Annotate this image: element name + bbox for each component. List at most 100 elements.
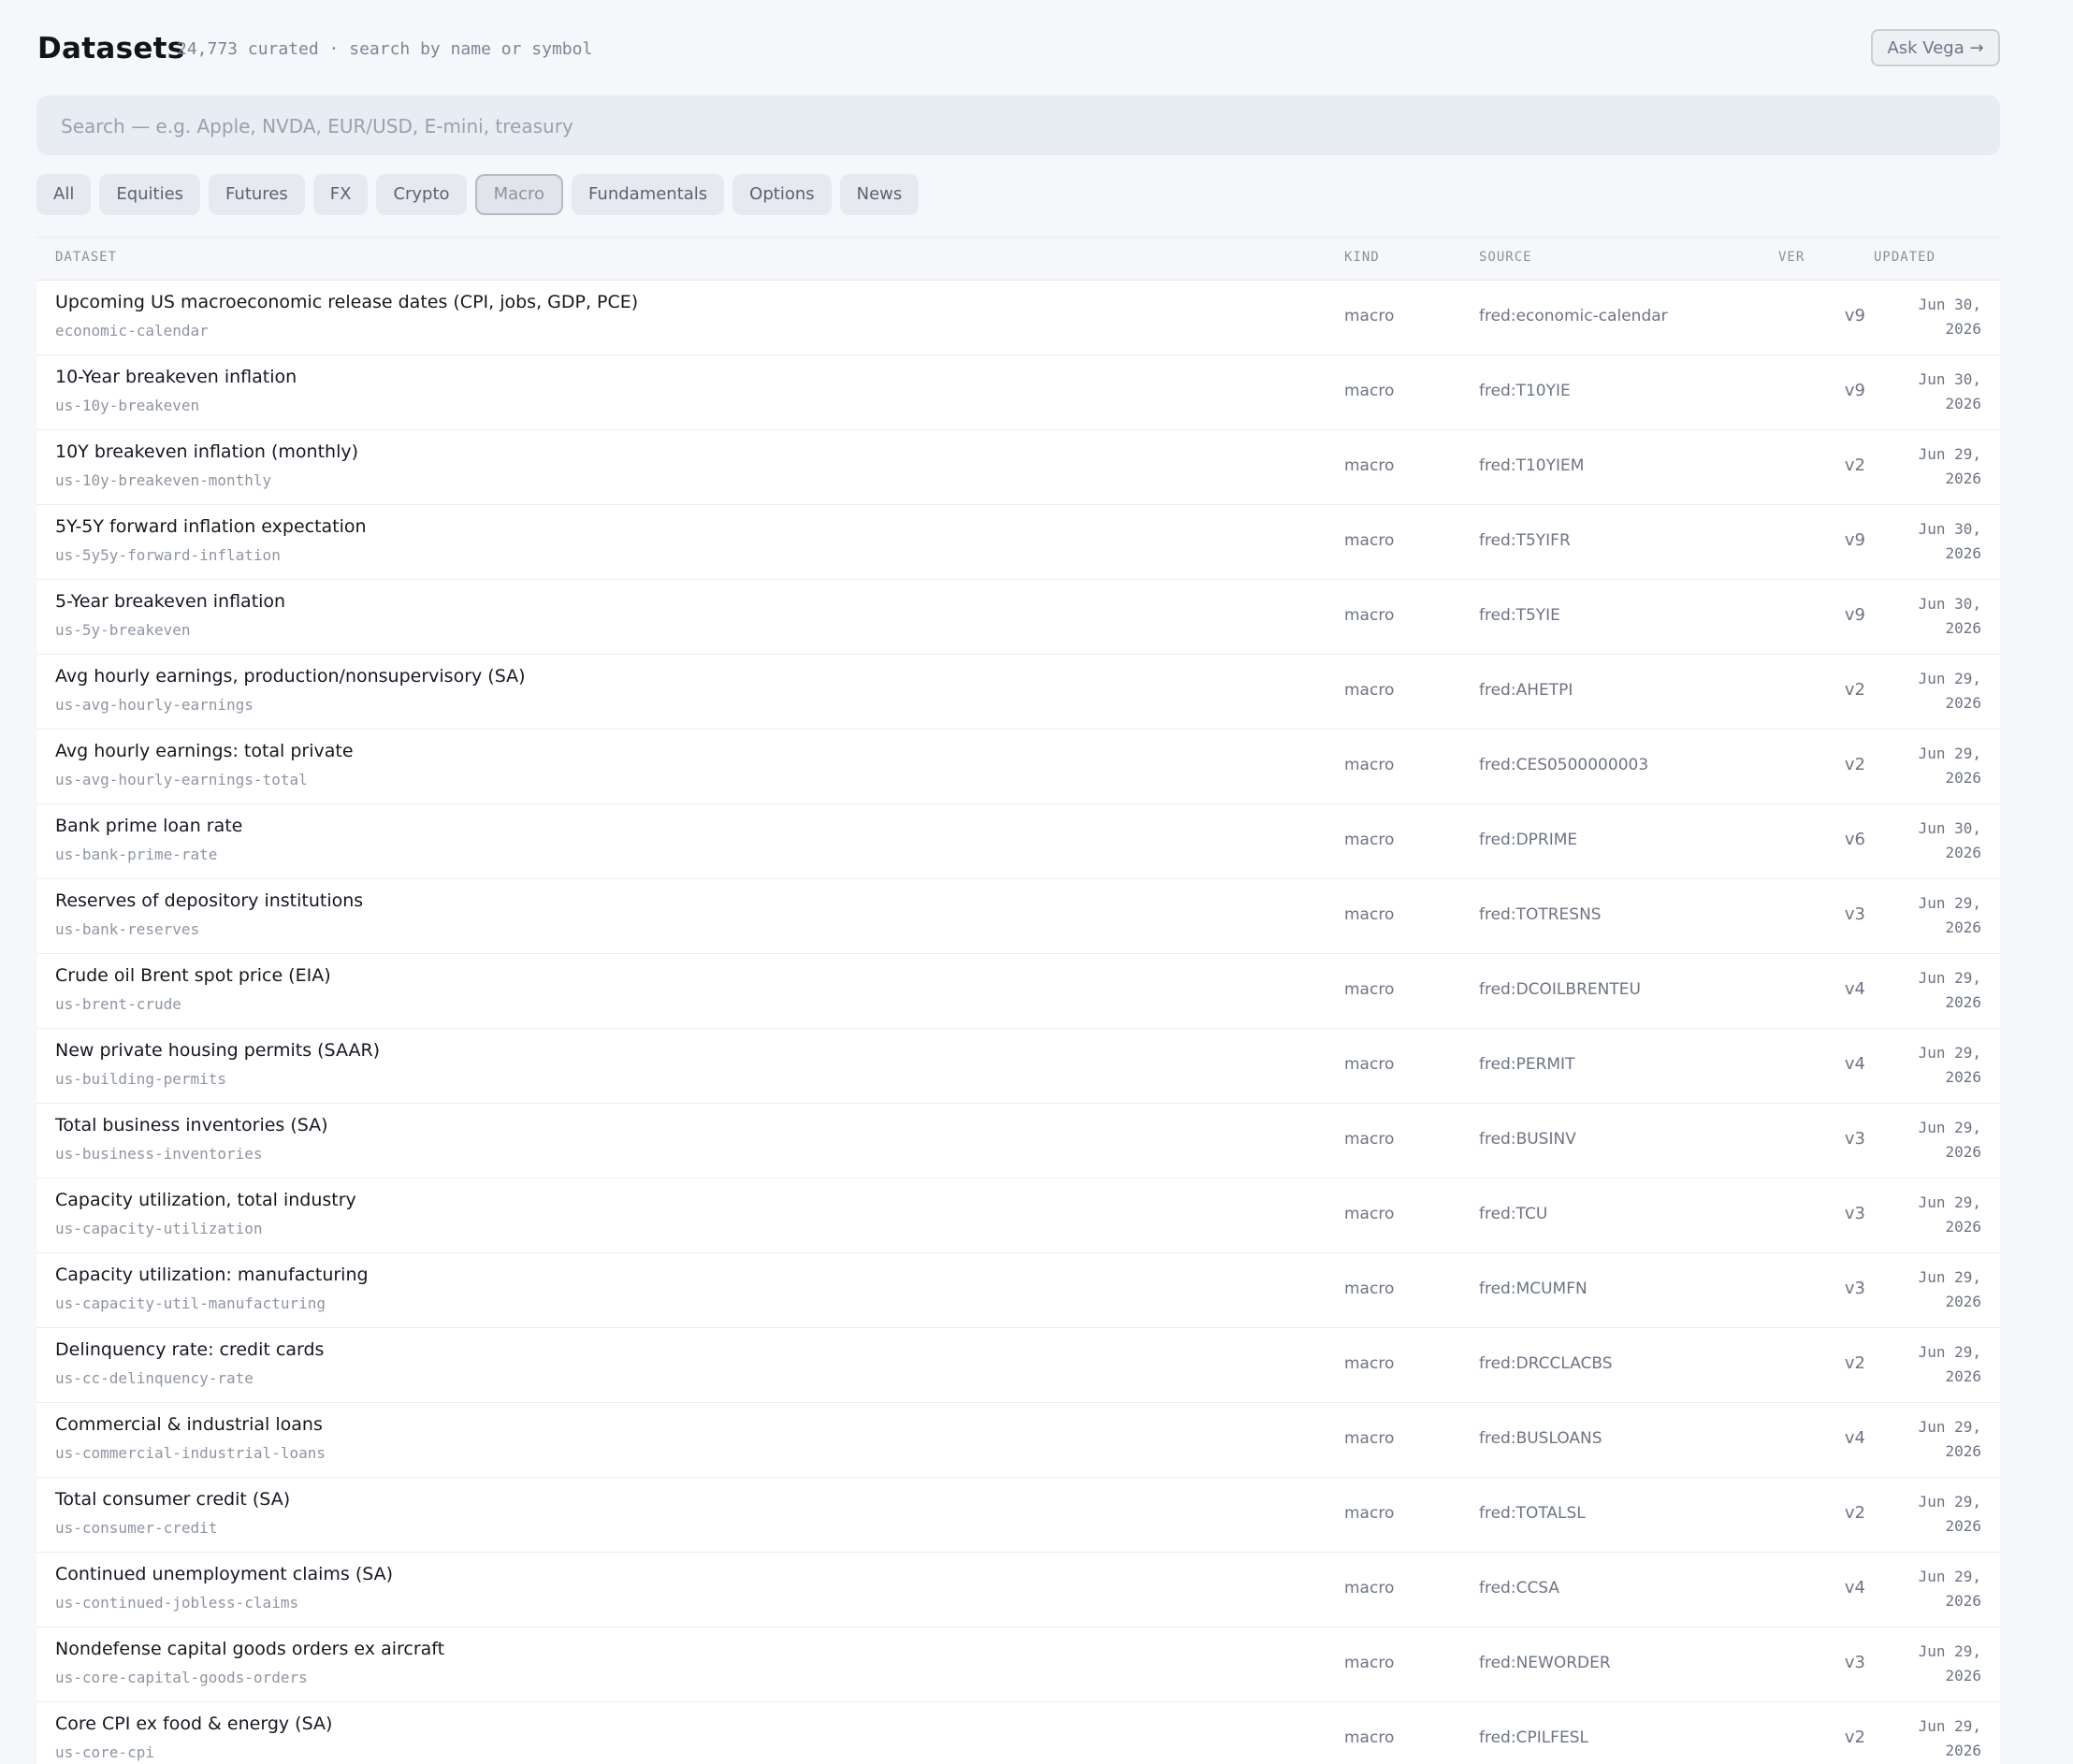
table-row[interactable]: Upcoming US macroeconomic release dates … bbox=[36, 281, 2000, 355]
table-row[interactable]: Bank prime loan rate us-bank-prime-rate ma… bbox=[36, 804, 2000, 879]
updated-year: 2026 bbox=[1945, 619, 1981, 637]
table-row[interactable]: Total business inventories (SA) us-busine… bbox=[36, 1104, 2000, 1178]
search-bar[interactable] bbox=[36, 95, 2004, 157]
table-body: Upcoming US macroeconomic release dates … bbox=[36, 281, 2000, 1764]
table-row[interactable]: Core CPI ex food & energy (SA) us-core-cp… bbox=[36, 1702, 2000, 1764]
table-row[interactable]: Avg hourly earnings: total private us-avg… bbox=[36, 730, 2000, 804]
page-subtitle: 24,773 curated · search by name or symbo… bbox=[177, 39, 593, 59]
table-row[interactable]: Crude oil Brent spot price (EIA) us-brent… bbox=[36, 954, 2000, 1029]
dataset-source: fred:TCU bbox=[1479, 1205, 1548, 1223]
dataset-updated: Jun 29, 2026 bbox=[1875, 1265, 1981, 1314]
dataset-kind: macro bbox=[1344, 681, 1395, 700]
dataset-slug: us-5y5y-forward-inflation bbox=[55, 546, 281, 564]
updated-date: Jun 29, bbox=[1918, 1119, 1981, 1136]
column-header-ver[interactable]: VER bbox=[1778, 250, 1805, 265]
updated-year: 2026 bbox=[1945, 1517, 1981, 1535]
dataset-updated: Jun 30, 2026 bbox=[1875, 592, 1981, 641]
dataset-name: Continued unemployment claims (SA) bbox=[55, 1564, 394, 1584]
dataset-updated: Jun 29, 2026 bbox=[1875, 442, 1981, 491]
dataset-slug: us-5y-breakeven bbox=[55, 621, 191, 639]
updated-year: 2026 bbox=[1945, 1592, 1981, 1610]
dataset-kind: macro bbox=[1344, 1504, 1395, 1523]
dataset-updated: Jun 29, 2026 bbox=[1875, 1714, 1981, 1763]
dataset-kind: macro bbox=[1344, 756, 1395, 774]
dataset-name: 10Y breakeven inflation (monthly) bbox=[55, 441, 359, 462]
dataset-name: Capacity utilization: manufacturing bbox=[55, 1265, 369, 1285]
dataset-name: 5-Year breakeven inflation bbox=[55, 591, 286, 612]
updated-year: 2026 bbox=[1945, 544, 1981, 562]
updated-year: 2026 bbox=[1945, 1367, 1981, 1385]
dataset-kind: macro bbox=[1344, 307, 1395, 325]
filter-chip-equities[interactable]: Equities bbox=[99, 174, 201, 215]
dataset-slug: us-consumer-credit bbox=[55, 1519, 218, 1537]
dataset-source: fred:BUSLOANS bbox=[1479, 1429, 1602, 1448]
dataset-kind: macro bbox=[1344, 531, 1395, 550]
filter-chip-crypto[interactable]: Crypto bbox=[376, 174, 467, 215]
table-row[interactable]: 5Y-5Y forward inflation expectation us-5y… bbox=[36, 505, 2000, 580]
table-row[interactable]: Delinquency rate: credit cards us-cc-deli… bbox=[36, 1328, 2000, 1403]
table-row[interactable]: Commercial & industrial loans us-commerci… bbox=[36, 1403, 2000, 1478]
dataset-source: fred:T5YIFR bbox=[1479, 531, 1571, 550]
dataset-source: fred:MCUMFN bbox=[1479, 1280, 1587, 1298]
updated-date: Jun 30, bbox=[1918, 296, 1981, 313]
updated-year: 2026 bbox=[1945, 1742, 1981, 1759]
dataset-source: fred:DRCCLACBS bbox=[1479, 1354, 1613, 1373]
dataset-version: v6 bbox=[1844, 830, 1865, 849]
dataset-source: fred:T5YIE bbox=[1479, 606, 1560, 625]
dataset-version: v3 bbox=[1844, 1279, 1865, 1298]
filter-chip-news[interactable]: News bbox=[839, 174, 920, 215]
dataset-slug: us-building-permits bbox=[55, 1070, 227, 1088]
dataset-version: v3 bbox=[1844, 904, 1865, 924]
filter-chip-futures[interactable]: Futures bbox=[209, 174, 305, 215]
filter-chip-options[interactable]: Options bbox=[732, 174, 832, 215]
column-header-dataset[interactable]: DATASET bbox=[55, 250, 117, 265]
dataset-version: v4 bbox=[1844, 1428, 1865, 1448]
updated-year: 2026 bbox=[1945, 1143, 1981, 1161]
dataset-source: fred:T10YIE bbox=[1479, 382, 1571, 400]
dataset-version: v4 bbox=[1844, 1054, 1865, 1074]
table-row[interactable]: New private housing permits (SAAR) us-bui… bbox=[36, 1029, 2000, 1104]
updated-date: Jun 30, bbox=[1918, 370, 1981, 388]
search-input[interactable] bbox=[59, 95, 2004, 157]
table-row[interactable]: Capacity utilization: manufacturing us-ca… bbox=[36, 1253, 2000, 1328]
table-row[interactable]: Reserves of depository institutions us-ba… bbox=[36, 879, 2000, 954]
updated-year: 2026 bbox=[1945, 470, 1981, 487]
dataset-kind: macro bbox=[1344, 905, 1395, 924]
dataset-source: fred:DPRIME bbox=[1479, 831, 1578, 849]
ask-vega-button[interactable]: Ask Vega → bbox=[1871, 29, 2000, 66]
dataset-updated: Jun 29, 2026 bbox=[1875, 1640, 1981, 1688]
updated-date: Jun 30, bbox=[1918, 595, 1981, 613]
filter-chip-macro[interactable]: Macro bbox=[474, 174, 564, 215]
filter-chip-all[interactable]: All bbox=[36, 174, 92, 215]
table-row[interactable]: Capacity utilization, total industry us-c… bbox=[36, 1178, 2000, 1253]
table-row[interactable]: 10Y breakeven inflation (monthly) us-10y-… bbox=[36, 430, 2000, 505]
dataset-updated: Jun 29, 2026 bbox=[1875, 742, 1981, 790]
dataset-slug: economic-calendar bbox=[55, 322, 209, 340]
dataset-kind: macro bbox=[1344, 1055, 1395, 1074]
page-header: Datasets 24,773 curated · search by name… bbox=[37, 26, 2000, 75]
table-row[interactable]: 5-Year breakeven inflation us-5y-breakeve… bbox=[36, 580, 2000, 655]
updated-date: Jun 29, bbox=[1918, 1642, 1981, 1660]
table-row[interactable]: Total consumer credit (SA) us-consumer-cr… bbox=[36, 1478, 2000, 1553]
dataset-version: v9 bbox=[1844, 306, 1865, 325]
updated-date: Jun 29, bbox=[1918, 969, 1981, 987]
filter-chip-fundamentals[interactable]: Fundamentals bbox=[572, 174, 725, 215]
column-header-kind[interactable]: KIND bbox=[1344, 250, 1380, 265]
dataset-slug: us-core-cpi bbox=[55, 1743, 154, 1761]
dataset-version: v3 bbox=[1844, 1653, 1865, 1672]
dataset-slug: us-avg-hourly-earnings-total bbox=[55, 771, 308, 788]
table-row[interactable]: Nondefense capital goods orders ex aircr… bbox=[36, 1627, 2000, 1702]
column-header-source[interactable]: SOURCE bbox=[1479, 250, 1532, 265]
dataset-source: fred:CCSA bbox=[1479, 1579, 1560, 1598]
dataset-name: Nondefense capital goods orders ex aircr… bbox=[55, 1639, 445, 1659]
page-title: Datasets bbox=[37, 32, 185, 65]
table-row[interactable]: Avg hourly earnings, production/nonsuper… bbox=[36, 655, 2000, 730]
table-row[interactable]: Continued unemployment claims (SA) us-con… bbox=[36, 1553, 2000, 1627]
dataset-source: fred:NEWORDER bbox=[1479, 1654, 1611, 1672]
column-header-updated[interactable]: UPDATED bbox=[1874, 250, 1935, 265]
table-row[interactable]: 10-Year breakeven inflation us-10y-breake… bbox=[36, 355, 2000, 430]
dataset-slug: us-bank-prime-rate bbox=[55, 846, 218, 863]
dataset-source: fred:DCOILBRENTEU bbox=[1479, 980, 1641, 999]
updated-date: Jun 29, bbox=[1918, 1418, 1981, 1436]
filter-chip-fx[interactable]: FX bbox=[312, 174, 369, 215]
